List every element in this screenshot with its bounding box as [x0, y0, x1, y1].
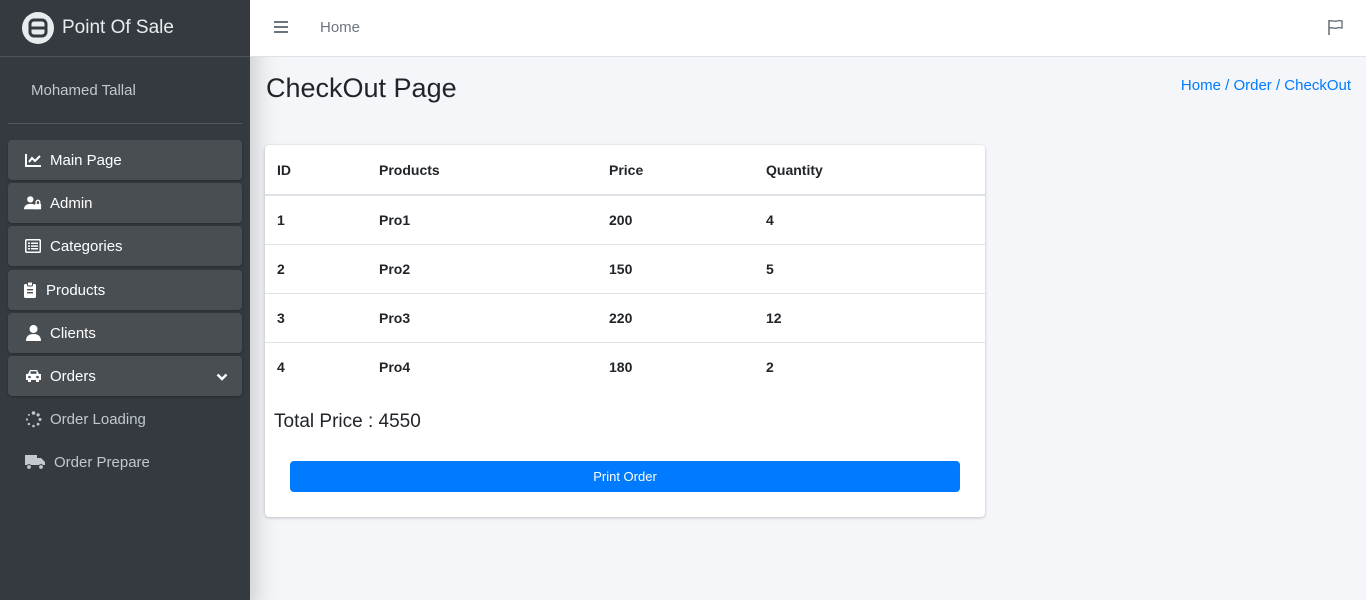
cell-price: 220 [597, 292, 754, 342]
cell-product: Pro4 [367, 341, 597, 391]
navbar-home-link[interactable]: Home [320, 19, 360, 36]
cell-quantity: 2 [754, 341, 985, 391]
cell-product: Pro2 [367, 243, 597, 293]
sidebar-item-label: Orders [50, 367, 96, 385]
column-header-quantity: Quantity [754, 145, 985, 196]
clipboard-icon [24, 281, 36, 299]
list-icon [24, 237, 42, 255]
user-icon [24, 324, 42, 342]
cell-id: 4 [265, 341, 367, 391]
sidebar-item-order-loading[interactable]: Order Loading [8, 399, 242, 439]
page-title: CheckOut Page [266, 73, 457, 103]
cell-quantity: 12 [754, 292, 985, 342]
spinner-icon [24, 410, 42, 428]
cell-price: 150 [597, 243, 754, 293]
column-header-id: ID [265, 145, 367, 196]
sidebar-item-label: Products [46, 281, 106, 299]
cell-id: 3 [265, 292, 367, 342]
menu-toggle-icon[interactable] [274, 21, 288, 35]
sidebar-item-order-prepare[interactable]: Order Prepare [8, 442, 242, 482]
table-row: 1 Pro1 200 4 [265, 195, 985, 244]
sidebar-item-label: Clients [50, 324, 96, 342]
sidebar-item-label: Order Loading [50, 410, 146, 428]
cell-quantity: 4 [766, 211, 774, 228]
cell-product: Pro1 [379, 211, 411, 228]
sidebar-item-label: Admin [50, 194, 93, 212]
cell-id: 2 [265, 243, 367, 293]
checkout-card: ID Products Price Quantity 1 Pro1 200 4 … [265, 145, 985, 517]
flag-icon[interactable] [1327, 19, 1344, 41]
user-panel[interactable]: Mohamed Tallal [8, 57, 242, 124]
total-price: Total Price : 4550 [274, 411, 421, 432]
app-logo-icon [22, 12, 54, 44]
table-row: 3 Pro3 220 12 [265, 292, 985, 342]
breadcrumb-separator: / [1271, 77, 1285, 94]
sidebar: Point Of Sale Mohamed Tallal Main Page A… [0, 0, 250, 600]
sidebar-item-label: Main Page [50, 151, 122, 169]
breadcrumb-home[interactable]: Home [1181, 77, 1221, 94]
cell-id: 1 [277, 211, 285, 228]
table-row: 4 Pro4 180 2 [265, 341, 985, 391]
breadcrumb: Home / Order / CheckOut [1181, 77, 1351, 94]
truck-icon [24, 453, 46, 471]
breadcrumb-checkout[interactable]: CheckOut [1284, 77, 1351, 94]
top-navbar: Home [250, 0, 1366, 57]
cell-product: Pro3 [367, 292, 597, 342]
chart-line-icon [24, 151, 42, 169]
sidebar-item-orders[interactable]: Orders [8, 356, 242, 396]
sidebar-item-categories[interactable]: Categories [8, 226, 242, 266]
cell-price: 200 [609, 211, 633, 228]
order-table: ID Products Price Quantity 1 Pro1 200 4 … [265, 145, 985, 391]
user-lock-icon [24, 194, 42, 212]
car-icon [24, 367, 42, 385]
table-row: 2 Pro2 150 5 [265, 243, 985, 293]
column-header-price: Price [597, 145, 754, 196]
cell-price: 180 [597, 341, 754, 391]
sidebar-item-products[interactable]: Products [8, 270, 242, 310]
print-order-button[interactable]: Print Order [290, 461, 960, 492]
sidebar-item-clients[interactable]: Clients [8, 313, 242, 353]
sidebar-item-label: Categories [50, 237, 123, 255]
sidebar-item-label: Order Prepare [54, 453, 150, 471]
chevron-down-icon [216, 369, 228, 386]
brand-title: Point Of Sale [62, 17, 174, 38]
breadcrumb-order[interactable]: Order [1233, 77, 1271, 94]
brand-link[interactable]: Point Of Sale [0, 0, 250, 57]
sidebar-item-main-page[interactable]: Main Page [8, 140, 242, 180]
column-header-products: Products [367, 145, 597, 196]
user-name: Mohamed Tallal [31, 81, 136, 99]
sidebar-item-admin[interactable]: Admin [8, 183, 242, 223]
breadcrumb-separator: / [1220, 77, 1234, 94]
cell-quantity: 5 [754, 243, 985, 293]
table-header-row: ID Products Price Quantity [265, 145, 985, 196]
